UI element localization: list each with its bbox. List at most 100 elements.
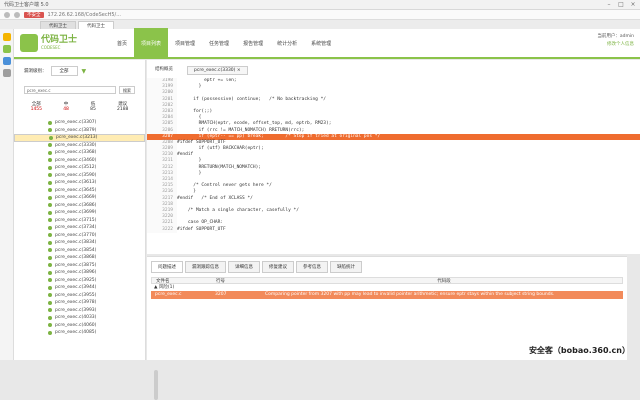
tree-item[interactable]: pcre_exec.c(3368) <box>14 149 145 157</box>
tree-item[interactable]: pcre_exec.c(3955) <box>14 292 145 300</box>
issue-dot-icon <box>48 240 52 245</box>
maximize-icon[interactable]: □ <box>618 2 624 8</box>
tree-item-label: pcre_exec.c(4085) <box>55 330 97 336</box>
search-input[interactable]: pcre_exec.c <box>24 86 116 94</box>
tree-item[interactable]: pcre_exec.c(3213) <box>14 134 145 142</box>
tree-item[interactable]: pcre_exec.c(3613) <box>14 179 145 187</box>
close-icon[interactable]: × <box>630 2 636 8</box>
stat-suggestion[interactable]: 建议 2188 <box>117 101 128 112</box>
issue-sidebar: 漏洞级别： 全部 ▼ pcre_exec.c 搜索 全部 1455 中 48 低 85… <box>14 60 158 400</box>
tree-item[interactable]: pcre_exec.c(4033) <box>14 314 145 322</box>
tree-item[interactable]: pcre_exec.c(3590) <box>14 172 145 180</box>
forward-icon[interactable] <box>14 11 20 18</box>
tree-item[interactable]: pcre_exec.c(3715) <box>14 217 145 225</box>
menu-task-manage[interactable]: 任务管理 <box>202 28 236 58</box>
tree-item-label: pcre_exec.c(3669) <box>55 195 97 201</box>
stat-medium[interactable]: 中 48 <box>63 101 69 112</box>
detail-tab[interactable]: 修复建议 <box>262 261 294 273</box>
tree-item[interactable]: pcre_exec.c(3868) <box>14 254 145 262</box>
menu-report-manage[interactable]: 报告管理 <box>236 28 270 58</box>
detail-tab[interactable]: 参考信息 <box>296 261 328 273</box>
result-group[interactable]: ▲ 风险(1) <box>151 284 623 291</box>
detail-tab[interactable]: 问题描述 <box>151 261 183 273</box>
detail-tab[interactable]: 漏洞跟踪信息 <box>185 261 226 273</box>
left-toolstrip <box>0 29 14 360</box>
col-code: 代码段 <box>437 279 451 284</box>
tree-item[interactable]: pcre_exec.c(3512) <box>14 164 145 172</box>
browser-tab-active[interactable]: 代码卫士 <box>78 21 114 29</box>
url-field[interactable]: 172.26.62.168/CodeSecH5/... <box>48 12 121 18</box>
issue-dot-icon <box>48 143 52 148</box>
tree-item[interactable]: pcre_exec.c(3978) <box>14 299 145 307</box>
table-row[interactable]: pcre_exec.c 3207 Comparing pointer from … <box>151 291 623 299</box>
menu-project-list[interactable]: 项目列表 <box>134 28 169 58</box>
window-titlebar: 代码卫士客户端 5.0 – □ × <box>0 0 640 10</box>
sidebar-scrollbar[interactable] <box>154 370 158 400</box>
tree-item-label: pcre_exec.c(3512) <box>55 165 97 171</box>
star-icon[interactable] <box>2 33 11 41</box>
browser-tab[interactable]: 代码卫士 <box>40 21 76 29</box>
menu-system[interactable]: 系统管理 <box>304 28 338 58</box>
tree-item-label: pcre_exec.c(3955) <box>55 292 97 298</box>
tree-item-label: pcre_exec.c(3879) <box>55 127 97 133</box>
tree-item[interactable]: pcre_exec.c(3896) <box>14 269 145 277</box>
watermark: 安全客（bobao.360.cn） <box>528 346 630 355</box>
menu-project-manage[interactable]: 项目管理 <box>168 28 202 58</box>
current-user: 当前用户：admin <box>597 34 634 39</box>
search-button[interactable]: 搜索 <box>119 86 135 94</box>
row-desc: Comparing pointer from 3207 with pp may … <box>265 292 555 297</box>
funnel-icon[interactable]: ▼ <box>82 68 87 75</box>
tree-item[interactable]: pcre_exec.c(3993) <box>14 307 145 315</box>
tree-item[interactable]: pcre_exec.c(4085) <box>14 329 145 337</box>
tree-item-label: pcre_exec.c(3590) <box>55 172 97 178</box>
issue-dot-icon <box>48 255 52 260</box>
detail-tab[interactable]: 详细信息 <box>228 261 260 273</box>
col-line: 行号 <box>216 279 225 284</box>
edit-profile-link[interactable]: 修改个人信息 <box>597 41 634 49</box>
logo-icon <box>20 34 38 52</box>
tree-item[interactable]: pcre_exec.c(3879) <box>14 127 145 135</box>
issue-dot-icon <box>49 135 53 140</box>
tree-item[interactable]: pcre_exec.c(3770) <box>14 232 145 240</box>
issue-dot-icon <box>48 158 52 163</box>
tree-item-label: pcre_exec.c(3645) <box>55 187 97 193</box>
detail-tab[interactable]: 缺陷统计 <box>330 261 362 273</box>
app-icon[interactable] <box>2 45 11 53</box>
minimize-icon[interactable]: – <box>606 2 612 8</box>
tree-item[interactable]: pcre_exec.c(3669) <box>14 194 145 202</box>
tree-item[interactable]: pcre_exec.c(3854) <box>14 247 145 255</box>
level-select[interactable]: 全部 <box>50 66 78 76</box>
tree-item-label: pcre_exec.c(3368) <box>55 150 97 156</box>
tree-item[interactable]: pcre_exec.c(3645) <box>14 187 145 195</box>
line-text: #endif /* End of XCLASS */ <box>177 195 253 201</box>
tree-item[interactable]: pcre_exec.c(3875) <box>14 262 145 270</box>
issue-dot-icon <box>48 300 52 305</box>
tree-item[interactable]: pcre_exec.c(3686) <box>14 202 145 210</box>
tree-item[interactable]: pcre_exec.c(3925) <box>14 277 145 285</box>
doc-icon[interactable] <box>2 57 11 65</box>
tree-item[interactable]: pcre_exec.c(3460) <box>14 157 145 165</box>
tree-item[interactable]: pcre_exec.c(3944) <box>14 284 145 292</box>
menu-home[interactable]: 首页 <box>110 28 134 58</box>
issue-dot-icon <box>48 203 52 208</box>
tree-item-label: pcre_exec.c(3925) <box>55 277 97 283</box>
tree-item[interactable]: pcre_exec.c(3307) <box>14 119 145 127</box>
tree-item-label: pcre_exec.c(3213) <box>56 135 98 141</box>
code-viewer: 3198 eptr += len; 3199 } 3200 3201 if (poss… <box>147 78 640 254</box>
tree-item[interactable]: pcre_exec.c(3834) <box>14 239 145 247</box>
security-warning-badge[interactable]: 不安全 <box>24 11 44 18</box>
search-bar: pcre_exec.c 搜索 <box>24 86 135 94</box>
tree-item-label: pcre_exec.c(3307) <box>55 120 97 126</box>
tree-item[interactable]: pcre_exec.c(3330) <box>14 142 145 150</box>
tree-item[interactable]: pcre_exec.c(3699) <box>14 209 145 217</box>
code-line[interactable]: 3222 #ifdef SUPPORT_UTF <box>147 226 640 233</box>
stat-low[interactable]: 低 85 <box>90 101 96 112</box>
tree-item[interactable]: pcre_exec.c(3734) <box>14 224 145 232</box>
back-icon[interactable] <box>4 11 10 18</box>
tool-icon[interactable] <box>2 69 11 77</box>
window-title: 代码卫士客户端 5.0 <box>4 2 49 8</box>
menu-statistics[interactable]: 统计分析 <box>270 28 304 58</box>
file-tab[interactable]: pcre_exec.c(3330) × <box>187 66 248 75</box>
tree-item[interactable]: pcre_exec.c(4060) <box>14 322 145 330</box>
stat-all[interactable]: 全部 1455 <box>31 101 42 112</box>
